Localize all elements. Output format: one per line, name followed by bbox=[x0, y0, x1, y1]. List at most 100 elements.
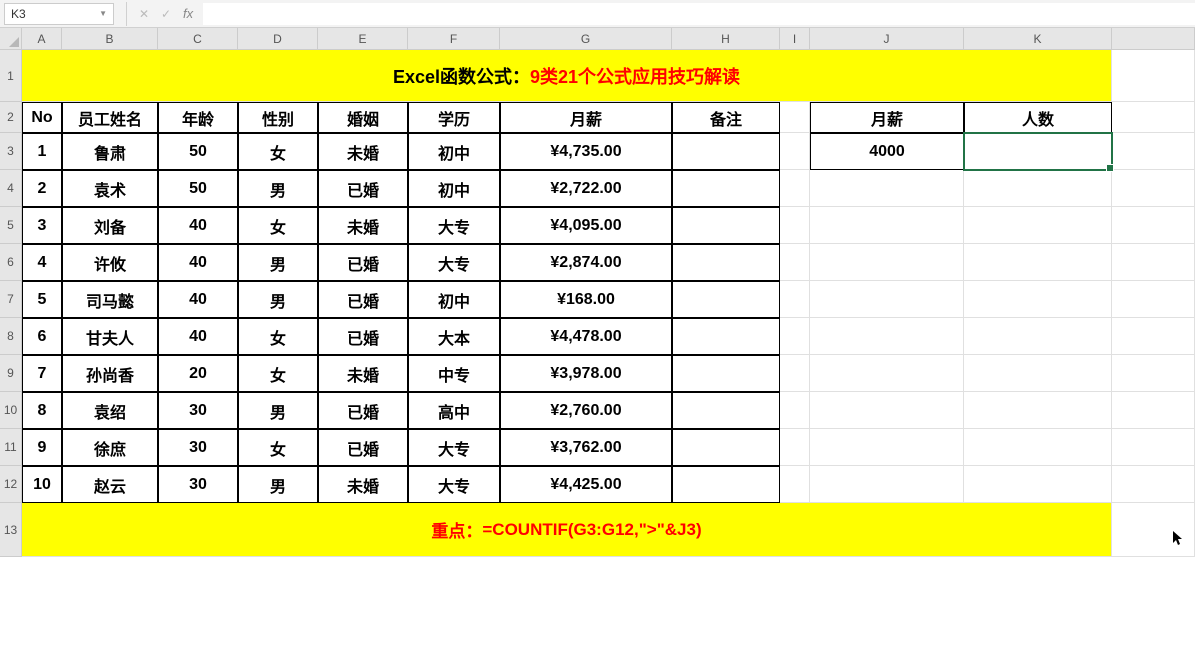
row-header-2[interactable]: 2 bbox=[0, 102, 22, 133]
col-header-H[interactable]: H bbox=[672, 28, 780, 50]
cell-K11[interactable] bbox=[964, 429, 1112, 466]
cell-J4[interactable] bbox=[810, 170, 964, 207]
gap-I7 bbox=[780, 281, 810, 318]
cell-K6[interactable] bbox=[964, 244, 1112, 281]
cell-name: 徐庶 bbox=[62, 429, 158, 466]
cell-J6[interactable] bbox=[810, 244, 964, 281]
cell-name: 孙尚香 bbox=[62, 355, 158, 392]
cell-remark bbox=[672, 170, 780, 207]
enter-icon: ✓ bbox=[155, 7, 177, 21]
name-box-dropdown-icon[interactable]: ▼ bbox=[99, 9, 107, 18]
col-header-A[interactable]: A bbox=[22, 28, 62, 50]
col-header-J[interactable]: J bbox=[810, 28, 964, 50]
col-header-D[interactable]: D bbox=[238, 28, 318, 50]
title-main: 9类21个公式应用技巧解读 bbox=[530, 63, 740, 89]
title-cell: Excel函数公式：9类21个公式应用技巧解读 bbox=[22, 50, 1112, 102]
cell-name: 袁绍 bbox=[62, 392, 158, 429]
cell-salary: ¥2,760.00 bbox=[500, 392, 672, 429]
cell-age: 50 bbox=[158, 170, 238, 207]
empty bbox=[1112, 392, 1195, 429]
col-header-I[interactable]: I bbox=[780, 28, 810, 50]
cell-edu: 中专 bbox=[408, 355, 500, 392]
cell-no: 4 bbox=[22, 244, 62, 281]
cell-K3[interactable] bbox=[964, 133, 1112, 170]
row-header-11[interactable]: 11 bbox=[0, 429, 22, 466]
row-header-10[interactable]: 10 bbox=[0, 392, 22, 429]
header-age: 年龄 bbox=[158, 102, 238, 133]
cell-marital: 未婚 bbox=[318, 207, 408, 244]
cell-K5[interactable] bbox=[964, 207, 1112, 244]
row-header-6[interactable]: 6 bbox=[0, 244, 22, 281]
cell-K4[interactable] bbox=[964, 170, 1112, 207]
col-header-E[interactable]: E bbox=[318, 28, 408, 50]
cell-remark bbox=[672, 244, 780, 281]
cell-age: 30 bbox=[158, 392, 238, 429]
cursor-icon bbox=[1173, 531, 1185, 547]
cell-remark bbox=[672, 207, 780, 244]
empty bbox=[1112, 466, 1195, 503]
cell-salary: ¥4,095.00 bbox=[500, 207, 672, 244]
col-header-B[interactable]: B bbox=[62, 28, 158, 50]
row-header-9[interactable]: 9 bbox=[0, 355, 22, 392]
cell-J11[interactable] bbox=[810, 429, 964, 466]
row-header-3[interactable]: 3 bbox=[0, 133, 22, 170]
row-header-5[interactable]: 5 bbox=[0, 207, 22, 244]
col-header-K[interactable]: K bbox=[964, 28, 1112, 50]
row-header-13[interactable]: 13 bbox=[0, 503, 22, 557]
col-header-C[interactable]: C bbox=[158, 28, 238, 50]
cell-J10[interactable] bbox=[810, 392, 964, 429]
empty bbox=[1112, 133, 1195, 170]
cell-J5[interactable] bbox=[810, 207, 964, 244]
cell-age: 40 bbox=[158, 207, 238, 244]
cell-edu: 初中 bbox=[408, 133, 500, 170]
formula-input[interactable] bbox=[203, 3, 1195, 25]
cell-J7[interactable] bbox=[810, 281, 964, 318]
empty bbox=[1112, 355, 1195, 392]
fx-icon[interactable]: fx bbox=[183, 6, 193, 21]
cell-J9[interactable] bbox=[810, 355, 964, 392]
cell-J12[interactable] bbox=[810, 466, 964, 503]
cell-no: 5 bbox=[22, 281, 62, 318]
row-header-4[interactable]: 4 bbox=[0, 170, 22, 207]
cell-marital: 未婚 bbox=[318, 133, 408, 170]
cell-K7[interactable] bbox=[964, 281, 1112, 318]
cancel-icon: ✕ bbox=[133, 7, 155, 21]
cell-age: 30 bbox=[158, 429, 238, 466]
cell-K8[interactable] bbox=[964, 318, 1112, 355]
cell-salary: ¥3,762.00 bbox=[500, 429, 672, 466]
cell-remark bbox=[672, 133, 780, 170]
name-box[interactable]: K3 ▼ bbox=[4, 3, 114, 25]
formula-bar: K3 ▼ ✕ ✓ fx bbox=[0, 0, 1195, 28]
cell-salary: ¥2,722.00 bbox=[500, 170, 672, 207]
row-header-1[interactable]: 1 bbox=[0, 50, 22, 102]
col-header-G[interactable]: G bbox=[500, 28, 672, 50]
cell-salary: ¥3,978.00 bbox=[500, 355, 672, 392]
cell-age: 20 bbox=[158, 355, 238, 392]
cell-no: 10 bbox=[22, 466, 62, 503]
cell-no: 2 bbox=[22, 170, 62, 207]
col-header-F[interactable]: F bbox=[408, 28, 500, 50]
cell-no: 8 bbox=[22, 392, 62, 429]
cell-J3[interactable]: 4000 bbox=[810, 133, 964, 170]
row-header-7[interactable]: 7 bbox=[0, 281, 22, 318]
cell-edu: 大专 bbox=[408, 429, 500, 466]
row-header-12[interactable]: 12 bbox=[0, 466, 22, 503]
cell-salary: ¥2,874.00 bbox=[500, 244, 672, 281]
col-header-extra[interactable] bbox=[1112, 28, 1195, 50]
cell-age: 50 bbox=[158, 133, 238, 170]
select-all-corner[interactable] bbox=[0, 28, 22, 50]
spreadsheet-grid[interactable]: ABCDEFGHIJK1Excel函数公式：9类21个公式应用技巧解读2No员工… bbox=[0, 28, 1195, 557]
row-header-8[interactable]: 8 bbox=[0, 318, 22, 355]
cell-K9[interactable] bbox=[964, 355, 1112, 392]
cell-gender: 男 bbox=[238, 244, 318, 281]
cell-gender: 女 bbox=[238, 318, 318, 355]
gap-I8 bbox=[780, 318, 810, 355]
cell-no: 1 bbox=[22, 133, 62, 170]
cell-gender: 男 bbox=[238, 170, 318, 207]
cell-K10[interactable] bbox=[964, 392, 1112, 429]
cell-marital: 未婚 bbox=[318, 355, 408, 392]
cell-K12[interactable] bbox=[964, 466, 1112, 503]
cell-J8[interactable] bbox=[810, 318, 964, 355]
header-gender: 性别 bbox=[238, 102, 318, 133]
cell-gender: 女 bbox=[238, 207, 318, 244]
